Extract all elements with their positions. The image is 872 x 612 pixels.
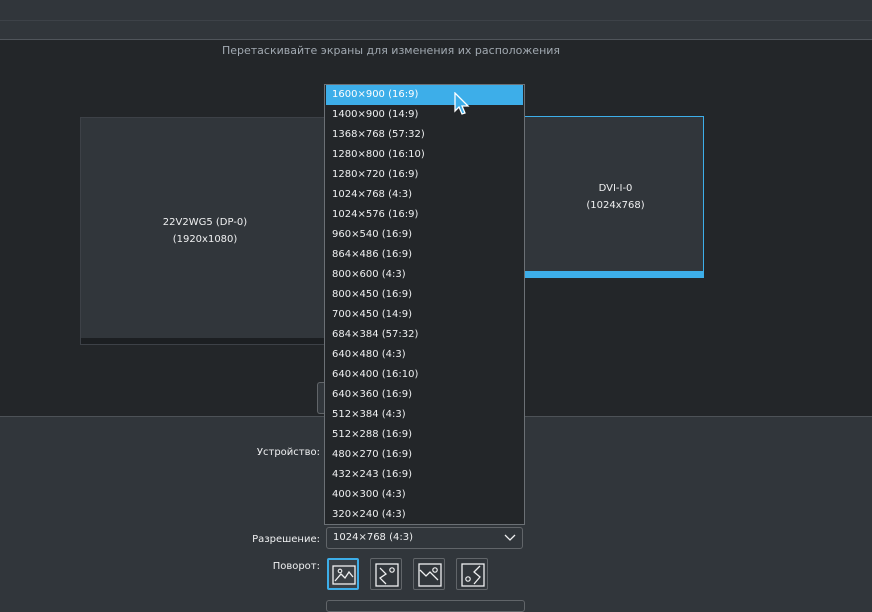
rotation-left-button[interactable] — [370, 558, 402, 590]
screen-name: DVI-I-0 — [598, 183, 633, 194]
resolution-option[interactable]: 1400×900 (14:9) — [326, 105, 523, 125]
resolution-option[interactable]: 960×540 (16:9) — [326, 225, 523, 245]
resolution-option[interactable]: 1600×900 (16:9) — [326, 85, 523, 105]
resolution-option[interactable]: 1280×720 (16:9) — [326, 165, 523, 185]
arrangement-hint: Перетаскивайте экраны для изменения их р… — [221, 44, 561, 57]
resolution-option[interactable]: 640×360 (16:9) — [326, 385, 523, 405]
resolution-option[interactable]: 640×400 (16:10) — [326, 365, 523, 385]
landscape-icon — [332, 565, 356, 585]
resolution-option[interactable]: 700×450 (14:9) — [326, 305, 523, 325]
rotate-inverted-icon — [418, 563, 442, 587]
rotation-landscape-button[interactable] — [327, 558, 359, 590]
screen-name: 22V2WG5 (DP-0) — [162, 217, 248, 228]
resolution-option[interactable]: 1280×800 (16:10) — [326, 145, 523, 165]
top-toolbar — [0, 0, 872, 21]
resolution-option[interactable]: 684×384 (57:32) — [326, 325, 523, 345]
resolution-combo[interactable]: 1024×768 (4:3) — [326, 527, 523, 549]
resolution-combo-value: 1024×768 (4:3) — [333, 532, 413, 543]
resolution-dropdown-list[interactable]: 1600×900 (16:9) 1400×900 (14:9) 1368×768 (… — [324, 84, 525, 525]
resolution-option[interactable]: 800×600 (4:3) — [326, 265, 523, 285]
rotation-right-button[interactable] — [456, 558, 488, 590]
resolution-option[interactable]: 864×486 (16:9) — [326, 245, 523, 265]
resolution-option[interactable]: 1024×768 (4:3) — [326, 185, 523, 205]
rotation-label: Поворот: — [272, 561, 320, 572]
resolution-option[interactable]: 400×300 (4:3) — [326, 485, 523, 505]
rotation-inverted-button[interactable] — [413, 558, 445, 590]
mouse-pointer-icon — [454, 92, 470, 115]
screen-resolution: (1024x768) — [586, 200, 645, 211]
rotate-left-icon — [375, 563, 399, 587]
resolution-option[interactable]: 800×450 (16:9) — [326, 285, 523, 305]
device-label: Устройство: — [256, 447, 320, 458]
screen-resolution: (1920x1080) — [172, 234, 238, 245]
resolution-option[interactable]: 1024×576 (16:9) — [326, 205, 523, 225]
resolution-option[interactable]: 640×480 (4:3) — [326, 345, 523, 365]
resolution-option[interactable]: 320×240 (4:3) — [326, 505, 523, 525]
resolution-label: Разрешение: — [252, 534, 320, 545]
screen-bar — [81, 338, 329, 344]
chevron-down-icon — [504, 534, 516, 541]
resolution-option[interactable]: 1368×768 (57:32) — [326, 125, 523, 145]
resolution-option[interactable]: 512×288 (16:9) — [326, 425, 523, 445]
resolution-option[interactable]: 432×243 (16:9) — [326, 465, 523, 485]
refresh-rate-combo[interactable] — [326, 600, 525, 612]
resolution-option[interactable]: 480×270 (16:9) — [326, 445, 523, 465]
screen-dp0[interactable]: 22V2WG5 (DP-0) (1920x1080) — [80, 117, 330, 345]
secondary-toolbar — [0, 21, 872, 40]
resolution-option[interactable]: 512×384 (4:3) — [326, 405, 523, 425]
rotate-right-icon — [461, 563, 485, 587]
